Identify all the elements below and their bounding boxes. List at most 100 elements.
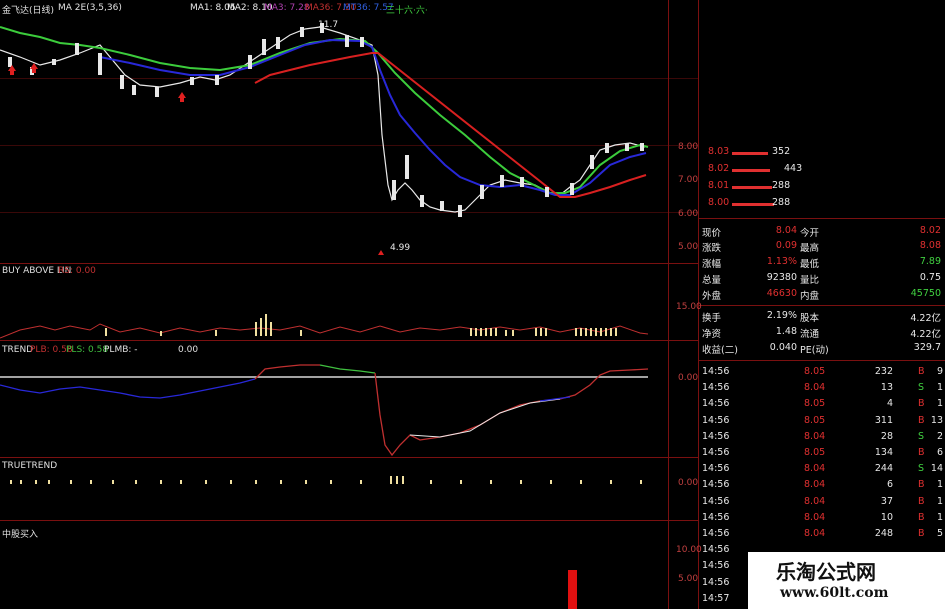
stat-key: 量比	[800, 275, 820, 286]
stat-value: 8.02	[919, 225, 941, 236]
stat-key: 换手	[702, 313, 722, 324]
tick-volume: 28	[880, 430, 893, 442]
stat-value: 4.22亿	[910, 313, 941, 324]
tick-row: 14:56 8.04 28 S 2	[700, 431, 945, 447]
tick-row: 14:56 8.04 37 B 1	[700, 496, 945, 512]
stat-value: 8.04	[775, 225, 797, 236]
stat-value: 4.22亿	[910, 329, 941, 340]
buy-indicator-chart	[0, 314, 649, 339]
tick-count: 2	[936, 430, 943, 442]
trend-pls: PLS: 0.58	[66, 345, 109, 355]
stats-row: 收益(二) 0.040 PE(动) 329.7	[700, 342, 945, 357]
tick-row: 14:56 8.04 6 B 1	[700, 479, 945, 495]
y-tick-label: 7.00	[678, 175, 699, 185]
tick-time: 14:56	[702, 479, 730, 491]
tick-price: 8.05	[804, 398, 826, 410]
tick-count: 1	[936, 398, 943, 410]
buy-arrows	[8, 63, 384, 255]
buy-signal-bar	[568, 570, 577, 609]
tick-price: 8.05	[804, 414, 826, 426]
tick-price: 8.04	[804, 463, 826, 475]
ma-white-line	[0, 26, 646, 213]
order-price: 8.02	[708, 163, 730, 174]
tick-time: 14:56	[702, 511, 730, 523]
tick-row: 14:56 8.05 4 B 1	[700, 398, 945, 414]
tick-volume: 248	[874, 528, 893, 539]
stat-value: 0.09	[775, 240, 797, 251]
tick-volume: 6	[886, 479, 893, 491]
tick-price: 8.04	[804, 528, 826, 539]
order-bar	[732, 152, 768, 155]
tick-volume: 10	[880, 511, 893, 523]
y-tick-label: 6.00	[678, 209, 699, 219]
y-tick-label: 5.00	[678, 574, 699, 584]
order-book-row: 8.00 288	[704, 197, 944, 211]
tick-volume: 4	[886, 398, 893, 410]
order-bar	[732, 186, 772, 189]
tick-price: 8.04	[804, 382, 826, 394]
tick-time: 14:56	[702, 430, 730, 442]
order-volume: 288	[772, 197, 791, 208]
stat-value: 8.08	[919, 240, 941, 251]
tick-time: 14:56	[702, 398, 730, 410]
stat-key: 最低	[800, 259, 820, 270]
tick-time: 14:56	[702, 576, 730, 588]
order-book-row: 8.02 443	[704, 163, 944, 177]
tick-price: 8.05	[804, 366, 826, 377]
tick-time: 14:56	[702, 382, 730, 394]
stats-row: 涨幅 1.13% 最低 7.89	[700, 256, 945, 271]
tick-side: B	[918, 414, 925, 426]
tick-volume: 232	[874, 366, 893, 377]
stats-row: 总量 92380 量比 0.75	[700, 272, 945, 287]
order-book-row: 8.03 352	[704, 146, 944, 160]
ma-red-line	[254, 52, 647, 198]
ma-indicator-name: MA 2E(3,5,36)	[58, 3, 122, 13]
stat-key: PE(动)	[800, 345, 829, 356]
order-price: 8.00	[708, 197, 730, 208]
ma-green-line	[0, 26, 649, 194]
stat-value: 2.19%	[766, 310, 797, 321]
tick-time: 14:56	[702, 495, 730, 507]
low-price-label: 4.99	[390, 243, 411, 253]
tick-count: 5	[936, 528, 943, 539]
tick-count: 1	[936, 382, 943, 394]
stat-value: 0.040	[769, 342, 797, 353]
tick-time: 14:56	[702, 463, 730, 475]
tick-count: 9	[936, 366, 943, 377]
stats-row: 涨跌 0.09 最高 8.08	[700, 240, 945, 255]
stat-value: 46630	[766, 288, 797, 299]
ma-blue-line	[99, 38, 647, 196]
order-volume: 288	[772, 180, 791, 191]
tick-price: 8.04	[804, 495, 826, 507]
stat-key: 股本	[800, 313, 820, 324]
order-volume: 443	[784, 163, 803, 174]
order-book-row: 8.01 288	[704, 180, 944, 194]
tick-row: 14:56 8.05 311 B 13	[700, 415, 945, 431]
y-tick-label: 0.00	[678, 373, 699, 383]
stat-key: 外盘	[702, 291, 722, 302]
sidebar-divider	[698, 305, 945, 306]
stat-value: 1.13%	[766, 256, 797, 267]
panel-divider	[0, 520, 698, 521]
tick-row: 14:56 8.05 134 B 6	[700, 447, 945, 463]
tick-side: B	[918, 366, 925, 377]
trend-chart	[0, 364, 649, 457]
tick-side: S	[918, 463, 925, 475]
order-price: 8.01	[708, 180, 730, 191]
tick-time: 14:56	[702, 544, 730, 556]
stat-key: 现价	[702, 228, 722, 239]
tick-row: 14:56 8.04 13 S 1	[700, 382, 945, 398]
order-price: 8.03	[708, 146, 730, 157]
order-bar	[732, 169, 770, 172]
tick-price: 8.05	[804, 447, 826, 458]
sidebar-divider	[698, 360, 945, 361]
stat-key: 收益(二)	[702, 345, 738, 356]
watermark-url: www.60lt.com	[780, 585, 889, 601]
price-chart	[0, 23, 649, 255]
candlesticks	[8, 23, 644, 217]
trend-panel-title: TREND	[2, 345, 34, 355]
tick-time: 14:57	[702, 592, 730, 604]
y-tick-label: 8.00	[678, 142, 699, 152]
stat-value: 92380	[766, 272, 797, 283]
stat-value: 1.48	[775, 326, 797, 337]
